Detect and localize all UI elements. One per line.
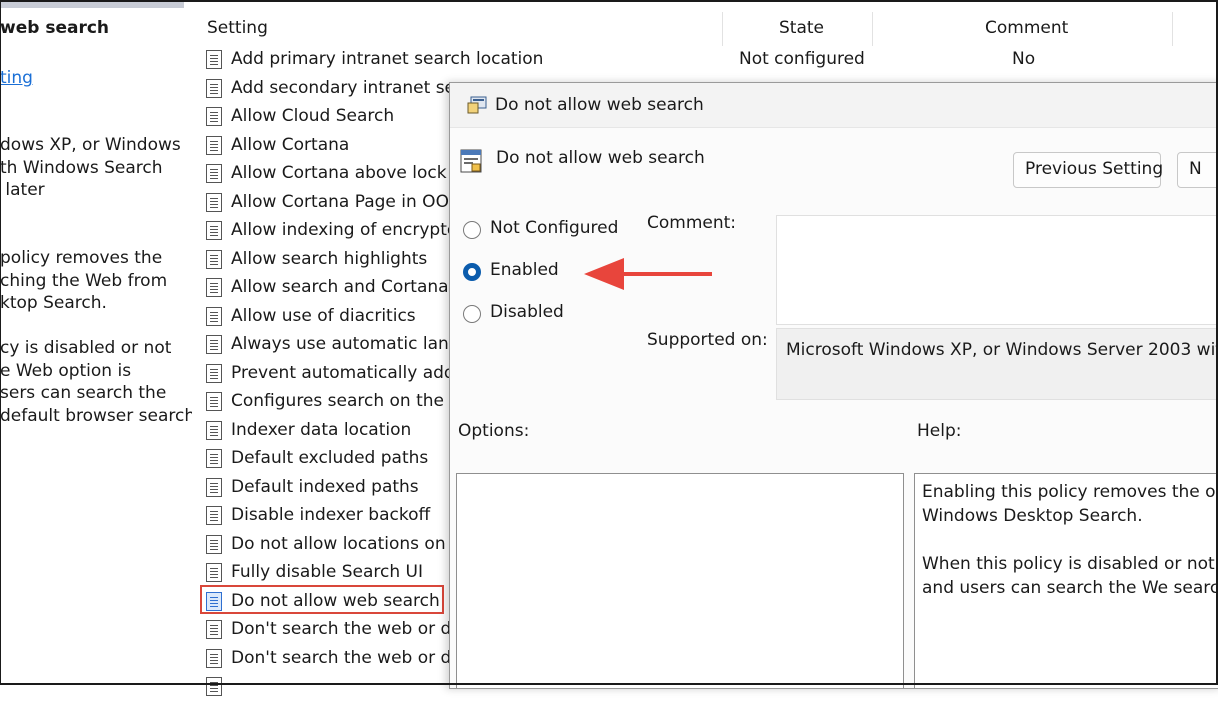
radio-circle-checked[interactable] [463, 263, 481, 281]
setting-name: Always use automatic langua [231, 334, 481, 354]
setting-name: Fully disable Search UI [231, 562, 423, 582]
comment-textarea[interactable] [776, 215, 1218, 325]
setting-name: Indexer data location [231, 419, 412, 440]
policy-icon [206, 306, 222, 326]
policy-icon [206, 563, 222, 582]
policy-icon [206, 677, 222, 696]
supported-on-text: Microsoft Windows XP, or Windows Server … [786, 340, 1218, 360]
setting-state: Not configured [739, 49, 865, 69]
policy-icon [206, 420, 222, 440]
policy-icon [206, 506, 222, 525]
policy-icon [206, 107, 222, 126]
radio-disabled[interactable]: Disabled [463, 300, 763, 330]
setting-name: Disable indexer backoff [231, 505, 431, 525]
radio-circle[interactable] [463, 221, 481, 239]
policy-icon [206, 249, 222, 269]
policy-icon [206, 335, 222, 354]
policy-icon [206, 392, 222, 411]
radio-circle[interactable] [463, 305, 481, 323]
help-text: Enabling this policy removes the optio f… [922, 482, 1218, 598]
policy-icon [206, 192, 222, 212]
setting-name: Configures search on the tas [231, 391, 476, 411]
setting-comment: No [1012, 49, 1036, 69]
dialog-titlebar[interactable]: Do not allow web search [450, 83, 1218, 127]
supported-on-field: Microsoft Windows XP, or Windows Server … [776, 328, 1218, 400]
policy-icon [206, 78, 222, 98]
divider [450, 127, 1218, 128]
help-label: Help: [917, 421, 962, 441]
policy-icon [206, 449, 222, 468]
policy-icon [206, 221, 222, 240]
edit-policy-link[interactable]: ting [0, 68, 33, 88]
options-panel [456, 473, 904, 688]
setting-name: Add secondary intranet sear [231, 77, 473, 98]
setting-heading: Do not allow web search [496, 148, 705, 168]
setting-name: Do not allow locations on re [231, 533, 469, 554]
policy-dialog: Do not allow web search Do not allow web… [449, 82, 1218, 689]
previous-setting-button[interactable]: Previous Setting [1013, 152, 1163, 188]
comment-label: Comment: [647, 213, 737, 233]
column-header-setting[interactable]: Setting [207, 18, 268, 38]
policy-icon [206, 534, 222, 554]
column-divider[interactable] [1172, 12, 1173, 46]
policy-icon [206, 164, 222, 183]
setting-name: Don't search the web or disp [231, 619, 476, 639]
setting-name: Allow Cortana above lock sc [231, 163, 471, 183]
next-setting-button[interactable]: N [1177, 152, 1218, 188]
setting-name: Allow search and Cortana to [231, 277, 472, 297]
setting-name: Don't search the web or disp [231, 647, 476, 668]
description-text: policy removes the ching the Web from kt… [0, 248, 168, 313]
policy-icon [206, 278, 222, 297]
help-panel[interactable]: Enabling this policy removes the optio f… [914, 473, 1218, 688]
annotation-arrow-icon [584, 258, 712, 290]
setting-name: Allow indexing of encrypted [231, 220, 469, 240]
radio-label: Disabled [490, 302, 564, 322]
policy-editor-icon [467, 96, 487, 114]
radio-label: Not Configured [490, 218, 619, 238]
list-header: Setting State Comment [200, 12, 1210, 46]
frame-border [0, 0, 1218, 2]
column-header-state[interactable]: State [779, 18, 824, 38]
policy-icon [206, 620, 222, 639]
annotation-highlight-box [200, 585, 444, 614]
setting-name: Allow search highlights [231, 248, 428, 269]
table-row[interactable]: Add primary intranet search location Not … [204, 46, 1204, 74]
supported-on-label: Supported on: [647, 330, 768, 350]
policy-icon [206, 648, 222, 668]
setting-name: Allow Cortana Page in OOBE [231, 191, 472, 212]
setting-name: Add primary intranet search location [231, 49, 544, 69]
setting-name: Default indexed paths [231, 476, 419, 497]
setting-name: Prevent automatically addin [231, 362, 471, 383]
policy-title: web search [0, 18, 110, 38]
policy-icon [206, 363, 222, 383]
setting-name: Allow Cortana [231, 134, 350, 155]
dialog-title: Do not allow web search [495, 95, 704, 115]
requirements-text: dows XP, or Windows th Windows Search la… [0, 135, 181, 200]
radio-label: Enabled [490, 260, 559, 280]
column-divider[interactable] [722, 12, 723, 46]
policy-icon [206, 50, 222, 69]
frame-border [0, 0, 1, 685]
policy-icon [206, 135, 222, 155]
column-divider[interactable] [872, 12, 873, 46]
description-text-2: cy is disabled or not e Web option is se… [0, 338, 192, 426]
column-header-comment[interactable]: Comment [985, 18, 1068, 38]
description-pane: web search ting dows XP, or Windows th W… [0, 0, 192, 685]
setting-name: Allow use of diacritics [231, 305, 416, 326]
setting-icon [460, 149, 482, 173]
options-label: Options: [458, 421, 530, 441]
setting-name: Allow Cloud Search [231, 106, 395, 126]
setting-name: Default excluded paths [231, 448, 429, 468]
policy-icon [206, 477, 222, 497]
